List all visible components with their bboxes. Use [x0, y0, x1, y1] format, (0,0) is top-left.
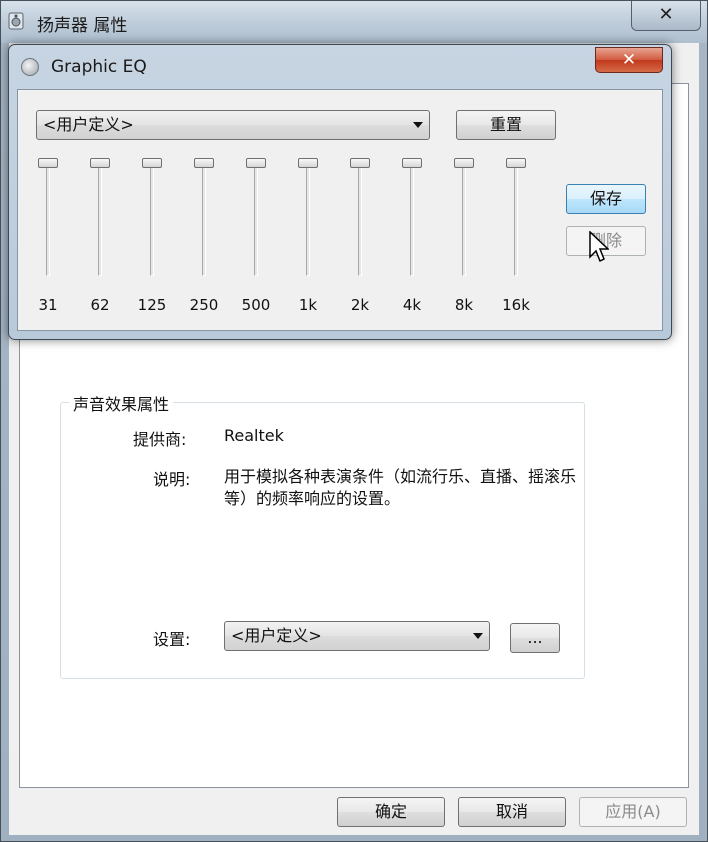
eq-client-area: <用户定义> 重置 保存 删除 31 62 125 250 500 1k 2k 4k 8k 16k	[17, 89, 663, 331]
group-title: 声音效果属性	[69, 391, 174, 415]
eq-slider-4k[interactable]	[402, 158, 422, 288]
eq-band-label: 250	[189, 296, 219, 314]
eq-band-label: 1k	[298, 296, 318, 314]
dropdown-arrow-icon	[413, 122, 423, 128]
eq-slider-track	[46, 164, 50, 276]
eq-band-label: 4k	[402, 296, 422, 314]
description-label: 说明:	[153, 470, 191, 489]
reset-button[interactable]: 重置	[456, 110, 556, 140]
eq-slider-thumb[interactable]	[90, 158, 110, 168]
speaker-icon	[8, 12, 24, 30]
graphic-eq-window: Graphic EQ ✕ <用户定义> 重置 保存 删除 31 62 125 250 5…	[8, 44, 672, 340]
eq-slider-track	[358, 164, 362, 276]
setting-label: 设置:	[153, 630, 191, 649]
eq-slider-62[interactable]	[90, 158, 110, 288]
eq-slider-thumb[interactable]	[298, 158, 318, 168]
eq-slider-track	[202, 164, 206, 276]
eq-slider-thumb[interactable]	[350, 158, 370, 168]
provider-value: Realtek	[224, 426, 284, 445]
ok-button[interactable]: 确定	[337, 797, 445, 827]
outer-close-button[interactable]: ✕	[631, 1, 701, 31]
eq-slider-thumb[interactable]	[194, 158, 214, 168]
outer-title-bar[interactable]: 扬声器 属性 ✕	[1, 1, 707, 43]
eq-slider-track	[306, 164, 310, 276]
eq-slider-8k[interactable]	[454, 158, 474, 288]
eq-app-icon	[21, 58, 39, 76]
setting-select[interactable]: <用户定义>	[224, 621, 490, 651]
outer-window-title: 扬声器 属性	[37, 16, 128, 36]
mouse-cursor-icon	[589, 231, 609, 263]
eq-slider-thumb[interactable]	[38, 158, 58, 168]
dropdown-arrow-icon	[473, 633, 483, 639]
eq-slider-track	[514, 164, 518, 276]
cancel-button[interactable]: 取消	[458, 797, 566, 827]
eq-band-label: 125	[137, 296, 167, 314]
apply-button[interactable]: 应用(A)	[579, 797, 687, 827]
eq-close-button[interactable]: ✕	[595, 47, 663, 73]
eq-slider-250[interactable]	[194, 158, 214, 288]
eq-slider-thumb[interactable]	[402, 158, 422, 168]
sound-effect-group: 声音效果属性 提供商: Realtek 说明: 用于模拟各种表演条件（如流行乐、…	[60, 391, 585, 679]
eq-slider-track	[410, 164, 414, 276]
eq-window-title: Graphic EQ	[51, 57, 147, 77]
eq-preset-value: <用户定义>	[43, 115, 134, 134]
eq-slider-16k[interactable]	[506, 158, 526, 288]
eq-slider-thumb[interactable]	[246, 158, 266, 168]
eq-band-label: 16k	[502, 296, 530, 314]
eq-slider-track	[254, 164, 258, 276]
more-settings-button[interactable]: ...	[510, 623, 560, 653]
eq-slider-thumb[interactable]	[454, 158, 474, 168]
eq-band-label: 62	[90, 296, 110, 314]
provider-label: 提供商:	[133, 430, 187, 449]
eq-preset-select[interactable]: <用户定义>	[36, 110, 430, 140]
eq-slider-500[interactable]	[246, 158, 266, 288]
eq-slider-1k[interactable]	[298, 158, 318, 288]
eq-slider-125[interactable]	[142, 158, 162, 288]
eq-slider-2k[interactable]	[350, 158, 370, 288]
eq-slider-thumb[interactable]	[142, 158, 162, 168]
eq-band-label: 2k	[350, 296, 370, 314]
save-button[interactable]: 保存	[566, 184, 646, 214]
eq-band-label: 500	[241, 296, 271, 314]
eq-band-label: 8k	[454, 296, 474, 314]
eq-slider-thumb[interactable]	[506, 158, 526, 168]
eq-slider-31[interactable]	[38, 158, 58, 288]
eq-slider-track	[150, 164, 154, 276]
eq-slider-track	[98, 164, 102, 276]
setting-select-value: <用户定义>	[231, 626, 322, 645]
eq-slider-track	[462, 164, 466, 276]
eq-band-label: 31	[38, 296, 58, 314]
description-value: 用于模拟各种表演条件（如流行乐、直播、摇滚乐等）的频率响应的设置。	[224, 467, 577, 508]
